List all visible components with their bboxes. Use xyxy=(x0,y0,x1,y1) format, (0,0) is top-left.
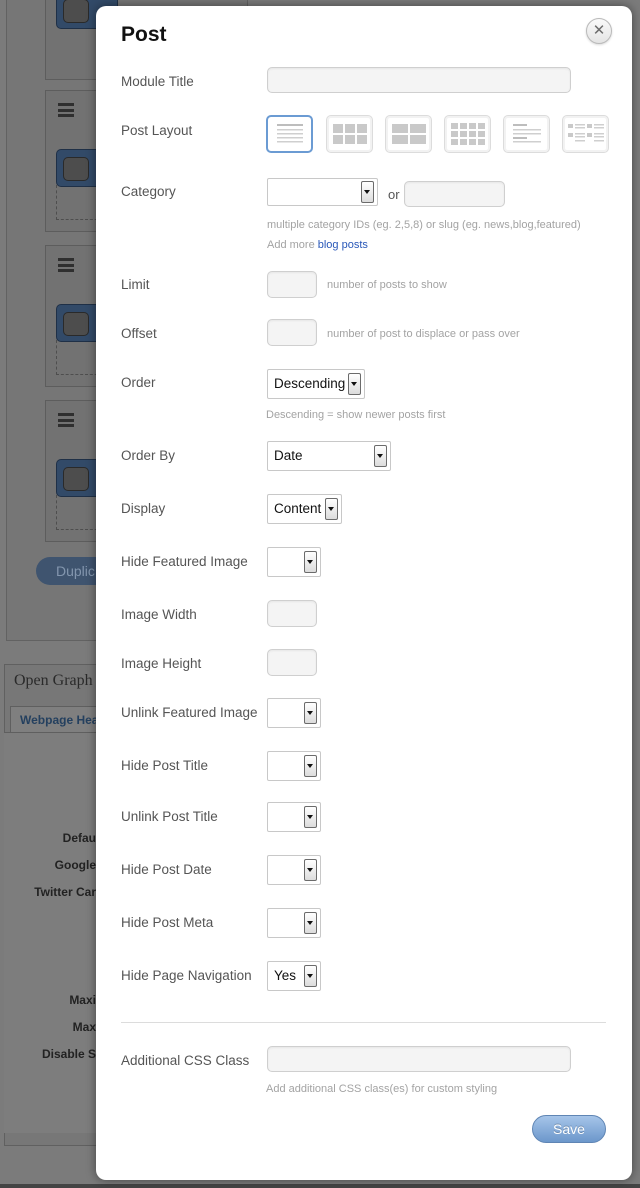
category-or-label: or xyxy=(388,187,400,202)
layout-list-post-option[interactable] xyxy=(266,115,313,153)
category-add-more: Add more blog posts xyxy=(267,239,368,251)
section-divider xyxy=(121,1022,606,1023)
chevron-down-icon xyxy=(304,702,317,724)
hide-featured-image-label: Hide Featured Image xyxy=(121,554,248,569)
layout-list-icon xyxy=(276,124,303,143)
background-webpage-tab: Webpage Hea xyxy=(10,706,100,732)
limit-label: Limit xyxy=(121,277,150,292)
offset-label: Offset xyxy=(121,326,157,341)
background-bottom-bar xyxy=(0,1184,640,1188)
limit-help-text: number of posts to show xyxy=(327,279,447,291)
chevron-down-icon xyxy=(325,498,338,520)
hide-post-meta-label: Hide Post Meta xyxy=(121,915,214,930)
offset-help-text: number of post to displace or pass over xyxy=(327,328,520,340)
css-class-label: Additional CSS Class xyxy=(121,1053,250,1068)
order-select-value: Descending xyxy=(274,376,346,391)
css-class-help-text: Add additional CSS class(es) for custom … xyxy=(266,1083,498,1095)
order-by-label: Order By xyxy=(121,448,176,463)
background-label: Google xyxy=(54,858,96,872)
chevron-down-icon xyxy=(304,551,317,573)
order-by-select[interactable]: Date xyxy=(267,441,391,471)
display-select-value: Content xyxy=(274,501,322,516)
category-help-text: multiple category IDs (eg. 2,5,8) or slu… xyxy=(267,219,581,231)
post-layout-picker xyxy=(266,115,616,157)
layout-grid4-option[interactable] xyxy=(326,115,373,153)
menu-icon xyxy=(63,157,89,181)
menu-icon xyxy=(63,467,89,491)
blog-posts-link[interactable]: blog posts xyxy=(318,239,368,251)
category-label: Category xyxy=(121,184,176,199)
background-open-graph-body xyxy=(4,732,96,1133)
background-label: Disable S xyxy=(41,1047,96,1061)
layout-grid2-icon xyxy=(391,124,426,144)
chevron-down-icon xyxy=(304,965,317,987)
layout-grid3-icon xyxy=(450,123,485,145)
hide-post-title-select[interactable] xyxy=(267,751,321,781)
background-open-graph-title: Open Graph xyxy=(14,672,93,689)
layout-grid4-icon xyxy=(332,124,367,144)
hide-post-date-label: Hide Post Date xyxy=(121,862,212,877)
drag-handle-icon xyxy=(58,413,74,427)
dialog-title: Post xyxy=(121,23,167,46)
offset-input[interactable] xyxy=(267,319,317,346)
unlink-featured-image-label: Unlink Featured Image xyxy=(121,705,258,720)
module-title-input[interactable] xyxy=(267,67,571,93)
order-by-select-value: Date xyxy=(274,448,303,463)
image-height-input[interactable] xyxy=(267,649,317,676)
menu-icon xyxy=(63,0,89,23)
module-title-label: Module Title xyxy=(121,74,194,89)
display-label: Display xyxy=(121,501,166,516)
chevron-down-icon xyxy=(304,912,317,934)
background-label: Defau xyxy=(62,831,96,845)
order-label: Order xyxy=(121,375,156,390)
post-layout-label: Post Layout xyxy=(121,123,193,138)
close-button[interactable]: ✕ xyxy=(586,18,612,44)
close-icon: ✕ xyxy=(592,22,606,39)
chevron-down-icon xyxy=(304,859,317,881)
unlink-post-title-select[interactable] xyxy=(267,802,321,832)
background-label: Max xyxy=(72,1020,96,1034)
background-label: Maxi xyxy=(69,993,96,1007)
layout-grid2-thumb-icon xyxy=(567,124,604,142)
layout-grid2-thumb-option[interactable] xyxy=(562,115,609,153)
menu-icon xyxy=(63,312,89,336)
limit-input[interactable] xyxy=(267,271,317,298)
chevron-down-icon xyxy=(374,445,387,467)
unlink-featured-image-select[interactable] xyxy=(267,698,321,728)
background-label: Twitter Car xyxy=(34,885,96,899)
drag-handle-icon xyxy=(58,258,74,272)
add-more-prefix: Add more xyxy=(267,239,318,251)
hide-post-date-select[interactable] xyxy=(267,855,321,885)
hide-page-navigation-value: Yes xyxy=(274,968,297,983)
category-slug-input[interactable] xyxy=(404,181,505,207)
hide-post-title-label: Hide Post Title xyxy=(121,758,209,773)
hide-featured-image-select[interactable] xyxy=(267,547,321,577)
image-width-label: Image Width xyxy=(121,607,197,622)
layout-list-thumb-option[interactable] xyxy=(503,115,550,153)
image-height-label: Image Height xyxy=(121,656,202,671)
layout-grid2-option[interactable] xyxy=(385,115,432,153)
layout-list-thumb-icon xyxy=(512,124,541,143)
hide-page-navigation-label: Hide Page Navigation xyxy=(121,968,252,983)
hide-post-meta-select[interactable] xyxy=(267,908,321,938)
display-select[interactable]: Content xyxy=(267,494,342,524)
image-width-input[interactable] xyxy=(267,600,317,627)
chevron-down-icon xyxy=(304,755,317,777)
hide-page-navigation-select[interactable]: Yes xyxy=(267,961,321,991)
unlink-post-title-label: Unlink Post Title xyxy=(121,809,218,824)
category-select[interactable] xyxy=(267,178,378,206)
css-class-input[interactable] xyxy=(267,1046,571,1072)
drag-handle-icon xyxy=(58,103,74,117)
layout-grid3-option[interactable] xyxy=(444,115,491,153)
chevron-down-icon xyxy=(348,373,361,395)
save-button[interactable]: Save xyxy=(532,1115,606,1143)
order-select[interactable]: Descending xyxy=(267,369,365,399)
chevron-down-icon xyxy=(304,806,317,828)
post-module-dialog: Post ✕ Module Title Post Layout Category… xyxy=(96,6,632,1180)
order-help-text: Descending = show newer posts first xyxy=(266,409,446,421)
chevron-down-icon xyxy=(361,181,374,203)
